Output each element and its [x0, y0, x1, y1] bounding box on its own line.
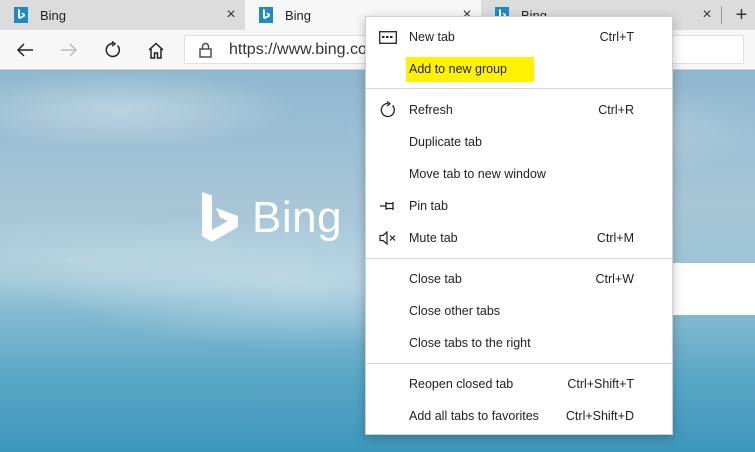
- menu-item-label: Move tab to new window: [409, 167, 546, 181]
- tab-bing-1[interactable]: Bing ×: [0, 0, 245, 30]
- new-tab-button[interactable]: +: [728, 0, 755, 30]
- menu-item-shortcut: Ctrl+Shift+D: [565, 409, 634, 423]
- bing-logo-icon: [202, 192, 238, 242]
- close-tab-icon[interactable]: ×: [693, 6, 721, 24]
- menu-item-add-to-new-group[interactable]: Add to new group: [366, 53, 672, 85]
- bing-wordmark: Bing: [252, 193, 343, 242]
- tab-divider: [721, 6, 722, 24]
- menu-item-label: New tab: [409, 30, 455, 44]
- menu-separator: [366, 88, 672, 89]
- back-arrow-icon: [16, 43, 33, 57]
- menu-item-label: Mute tab: [409, 231, 458, 245]
- menu-item-move-tab-to-new-window[interactable]: Move tab to new window: [366, 158, 672, 190]
- menu-item-shortcut: Ctrl+R: [598, 103, 634, 117]
- menu-item-close-tab[interactable]: Close tab Ctrl+W: [366, 263, 672, 295]
- menu-item-new-tab[interactable]: New tab Ctrl+T: [366, 21, 672, 53]
- bing-logo: Bing: [200, 192, 342, 244]
- menu-item-close-tabs-to-the-right[interactable]: Close tabs to the right: [366, 327, 672, 359]
- refresh-icon: [378, 100, 398, 120]
- refresh-button[interactable]: [100, 37, 126, 63]
- forward-arrow-icon: [61, 43, 78, 57]
- menu-item-label: Add all tabs to favorites: [409, 409, 539, 423]
- refresh-icon: [105, 41, 121, 58]
- menu-item-label: Add to new group: [409, 62, 507, 76]
- pin-icon: [378, 196, 398, 216]
- menu-item-label: Close tab: [409, 272, 462, 286]
- menu-item-pin-tab[interactable]: Pin tab: [366, 190, 672, 222]
- search-box[interactable]: [672, 263, 755, 315]
- lock-icon: [199, 42, 212, 63]
- menu-item-label: Close other tabs: [409, 304, 501, 318]
- menu-item-label: Pin tab: [409, 199, 448, 213]
- menu-item-label: Refresh: [409, 103, 453, 117]
- home-icon: [148, 41, 164, 59]
- menu-item-shortcut: Ctrl+T: [599, 30, 634, 44]
- menu-item-close-other-tabs[interactable]: Close other tabs: [366, 295, 672, 327]
- menu-item-shortcut: Ctrl+W: [595, 272, 634, 286]
- url-text: https://www.bing.co: [229, 41, 367, 58]
- menu-item-label: Close tabs to the right: [409, 336, 531, 350]
- close-tab-icon[interactable]: ×: [217, 6, 245, 24]
- menu-item-shortcut: Ctrl+M: [596, 231, 634, 245]
- menu-item-mute-tab[interactable]: Mute tab Ctrl+M: [366, 222, 672, 254]
- forward-button[interactable]: [56, 37, 82, 63]
- back-button[interactable]: [12, 37, 38, 63]
- menu-separator: [366, 258, 672, 259]
- home-button[interactable]: [143, 37, 169, 63]
- menu-item-duplicate-tab[interactable]: Duplicate tab: [366, 126, 672, 158]
- tab-title: Bing: [40, 7, 67, 23]
- mute-icon: [378, 228, 398, 248]
- menu-separator: [366, 363, 672, 364]
- new-tab-icon: [378, 27, 398, 47]
- menu-item-label: Reopen closed tab: [409, 377, 514, 391]
- menu-item-refresh[interactable]: Refresh Ctrl+R: [366, 94, 672, 126]
- menu-item-add-all-tabs-to-favorites[interactable]: Add all tabs to favorites Ctrl+Shift+D: [366, 400, 672, 432]
- menu-item-reopen-closed-tab[interactable]: Reopen closed tab Ctrl+Shift+T: [366, 368, 672, 400]
- bing-favicon-icon: [259, 7, 273, 23]
- menu-item-shortcut: Ctrl+Shift+T: [567, 377, 634, 391]
- tab-context-menu: New tab Ctrl+T Add to new group Refresh …: [365, 16, 673, 435]
- menu-item-label: Duplicate tab: [409, 135, 482, 149]
- bing-favicon-icon: [14, 7, 28, 23]
